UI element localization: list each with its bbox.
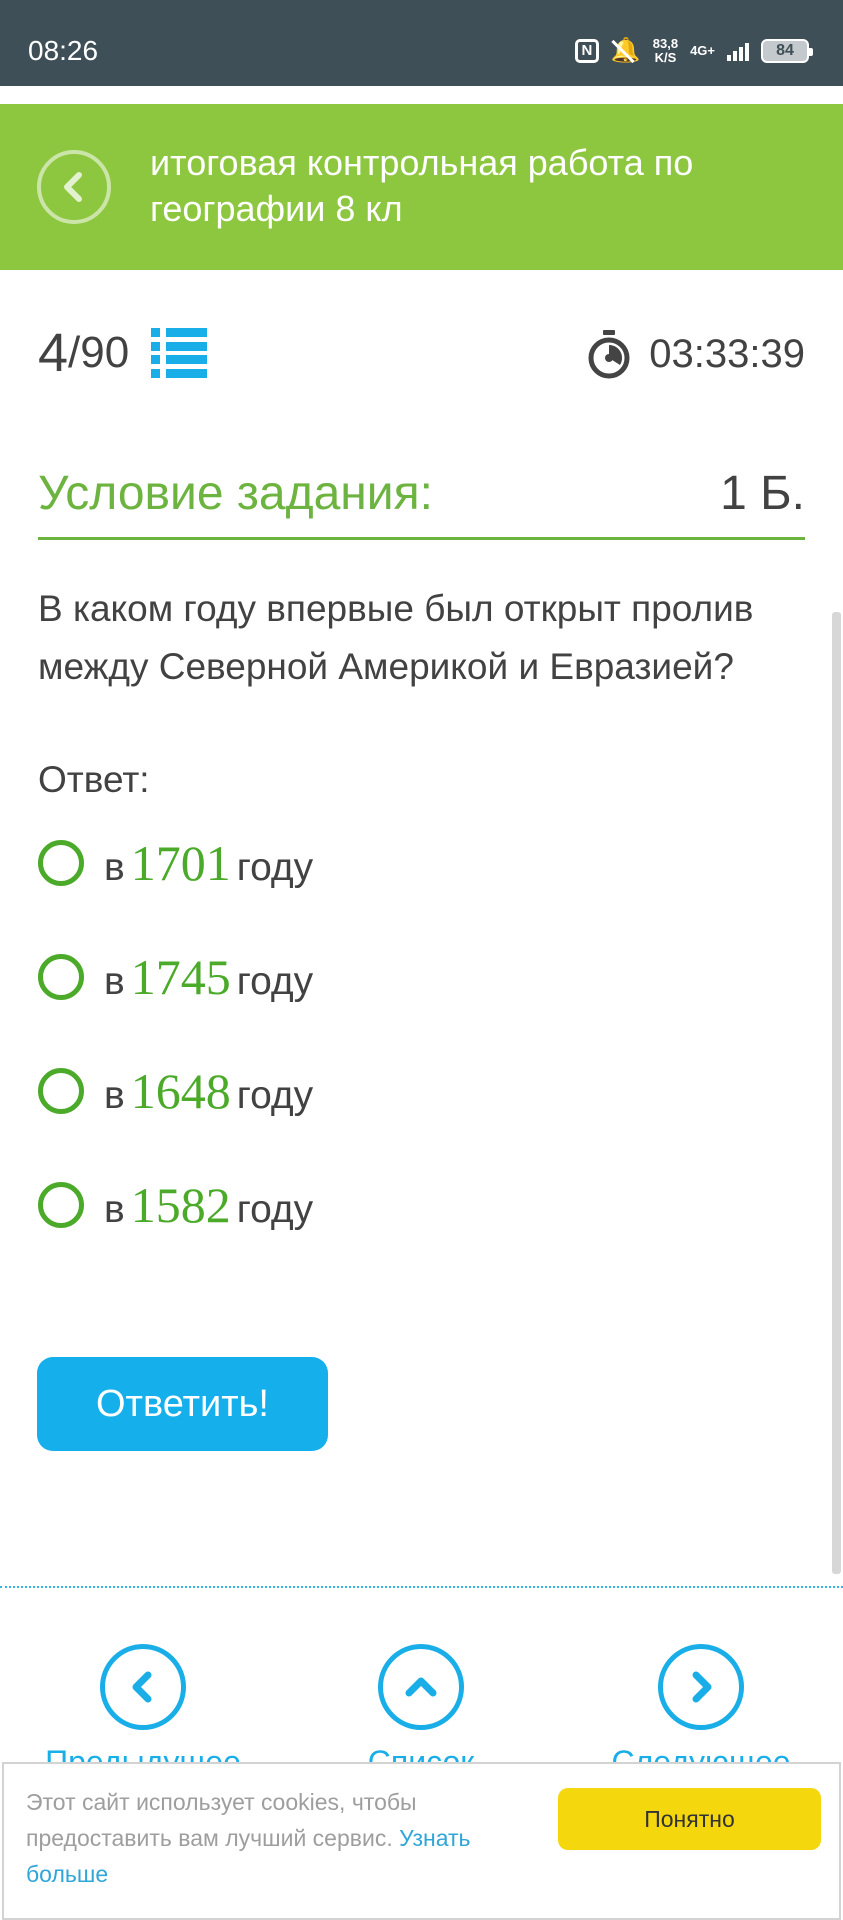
battery-icon: 84	[761, 39, 813, 63]
cookie-banner: Этот сайт использует cookies, чтобы пред…	[2, 1762, 841, 1920]
network-type: 4G+	[690, 43, 715, 58]
list-icon[interactable]	[151, 328, 208, 378]
task-title: Условие задания:	[38, 467, 433, 520]
cookie-accept-button[interactable]: Понятно	[558, 1788, 821, 1850]
prev-question-button[interactable]	[100, 1644, 186, 1730]
option-prefix: в	[104, 846, 125, 889]
network-speed-unit: K/S	[654, 50, 677, 65]
question-progress: 4 /90	[38, 320, 208, 386]
chevron-right-icon	[692, 1671, 712, 1703]
stopwatch-icon	[588, 330, 630, 379]
option-suffix: году	[236, 1188, 314, 1231]
option-text: в 1648 году	[104, 1060, 313, 1127]
option-year: 1701	[130, 835, 231, 891]
page-title: итоговая контрольная работа по географии…	[150, 142, 694, 229]
progress-total: /90	[68, 328, 130, 377]
option-year: 1648	[130, 1063, 231, 1119]
back-button[interactable]	[37, 150, 111, 224]
answer-option[interactable]: в 1701 году	[38, 832, 638, 946]
answer-options: в 1701 году в 1745 году в 1648 году в 1582 году	[38, 832, 638, 1288]
option-year: 1745	[130, 949, 231, 1005]
question-list-button[interactable]	[378, 1644, 464, 1730]
radio-button[interactable]	[38, 1182, 84, 1228]
option-suffix: году	[236, 846, 314, 889]
answer-option[interactable]: в 1648 году	[38, 1060, 638, 1174]
option-text: в 1582 году	[104, 1174, 313, 1241]
answer-label: Ответ:	[38, 759, 150, 800]
network-speed-value: 83,8	[652, 36, 679, 51]
option-suffix: году	[236, 960, 314, 1003]
question-text: В каком году впервые был открыт пролив м…	[38, 588, 754, 687]
status-icons: N 🔔 83,8 K/S 4G+ 84	[574, 36, 813, 66]
timer-value: 03:33:39	[649, 332, 805, 376]
timer: 03:33:39	[587, 326, 805, 382]
network-speed: 83,8 K/S	[653, 37, 678, 65]
page-header: итоговая контрольная работа по географии…	[0, 104, 843, 270]
answer-option[interactable]: в 1582 году	[38, 1174, 638, 1288]
status-time: 08:26	[28, 35, 99, 66]
submit-answer-button[interactable]: Ответить!	[37, 1357, 328, 1451]
radio-button[interactable]	[38, 840, 84, 886]
divider	[0, 1586, 843, 1588]
task-header: Условие задания: 1 Б.	[38, 462, 805, 540]
option-suffix: году	[236, 1074, 314, 1117]
cookie-text: Этот сайт использует cookies, чтобы пред…	[26, 1784, 496, 1892]
chevron-up-icon	[405, 1677, 437, 1697]
progress-current: 4	[38, 323, 69, 383]
signal-icon	[727, 41, 749, 61]
scrollbar[interactable]	[832, 612, 841, 1574]
chevron-left-icon	[64, 172, 82, 202]
next-question-button[interactable]	[658, 1644, 744, 1730]
chevron-left-icon	[132, 1671, 152, 1703]
task-points: 1 Б.	[720, 467, 805, 520]
cookie-message: Этот сайт использует cookies, чтобы пред…	[26, 1789, 417, 1851]
nfc-icon: N	[574, 39, 599, 63]
bell-muted-icon: 🔔	[610, 37, 641, 64]
status-bar: 08:26 N 🔔 83,8 K/S 4G+ 84	[0, 0, 843, 86]
option-prefix: в	[104, 1074, 125, 1117]
answer-option[interactable]: в 1745 году	[38, 946, 638, 1060]
radio-button[interactable]	[38, 1068, 84, 1114]
option-text: в 1745 году	[104, 946, 313, 1013]
option-text: в 1701 году	[104, 832, 313, 899]
radio-button[interactable]	[38, 954, 84, 1000]
option-year: 1582	[130, 1177, 231, 1233]
option-prefix: в	[104, 960, 125, 1003]
option-prefix: в	[104, 1188, 125, 1231]
